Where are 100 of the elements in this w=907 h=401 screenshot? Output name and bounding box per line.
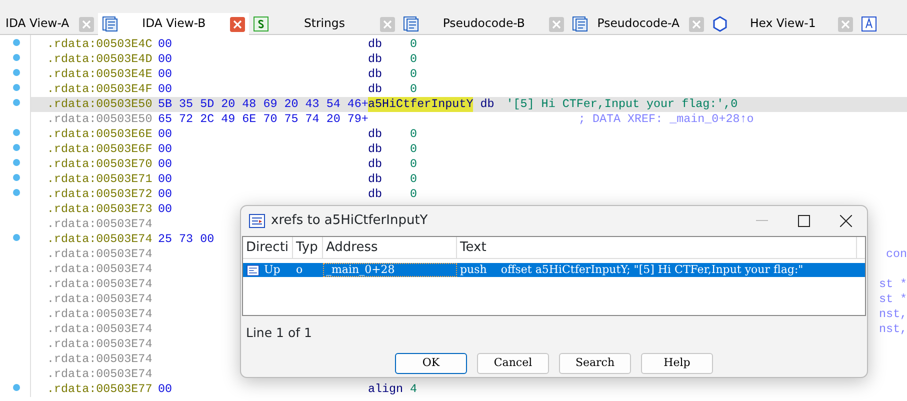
listing-line[interactable]: .rdata:00503E77 00 align 4 [31,382,907,397]
comment: st * [878,292,907,307]
comment: st * [878,277,907,292]
label-name[interactable]: a5HiCtferInputY [368,97,474,112]
tab[interactable]: Strings [249,13,399,35]
close-icon [840,215,852,227]
hex-bytes: 00 [158,187,174,202]
table-cell: _main_0+28 [323,263,457,277]
column-header[interactable]: Typ [293,237,323,258]
document-icon [402,16,419,32]
close-icon[interactable] [78,16,94,32]
status-text: Line 1 of 1 [245,324,313,342]
minimize-icon [756,220,768,222]
hex-bytes: 25 73 00 [158,232,214,247]
document-icon [102,16,118,32]
column-header[interactable]: Text [457,237,857,258]
address: .rdata:00503E4E [47,67,154,82]
close-icon[interactable] [688,16,704,32]
mnemonic: align [368,382,404,397]
comment: ; DATA XREF: _main_0+28↑o [578,112,754,127]
mnemonic: db [368,82,384,97]
address: .rdata:00503E72 [47,187,154,202]
address: .rdata:00503E77 [47,382,154,397]
mnemonic: db [480,97,496,112]
hex-bytes: 00 [158,127,174,142]
address: .rdata:00503E50 [47,97,154,112]
address: .rdata:00503E6E [47,127,154,142]
column-header[interactable]: Directi [243,237,293,258]
listing-line[interactable]: .rdata:00503E4F 00 db 0 [31,82,907,97]
dialog-title: xrefs to a5HiCtferInputY [271,212,428,230]
document-icon [572,16,588,32]
address: .rdata:00503E4D [47,52,154,67]
operand: 0 [410,157,418,172]
address: .rdata:00503E4F [47,82,154,97]
listing-line[interactable]: .rdata:00503E4C 00 db 0 [31,37,907,52]
mnemonic: db [368,37,384,52]
operand: 0 [410,37,418,52]
table-cell-text: push offset a5HiCtferInputY; "[5] Hi CTFer,Input your flag:" [459,263,804,277]
mnemonic: db [368,187,384,202]
hex-bytes: 00 [158,202,172,217]
operand: 0 [410,67,418,82]
tab[interactable]: IDA View-A [0,13,98,35]
letter-icon [861,16,878,32]
address: .rdata:00503E74 [47,367,154,382]
address: .rdata:00503E74 [47,277,154,292]
hex-bytes: 00 [158,382,174,397]
listing-line[interactable]: .rdata:00503E70 00 db 0 [31,157,907,172]
hex-bytes: 00 [158,142,174,157]
listing-line[interactable]: .rdata:00503E71 00 db 0 [31,172,907,187]
address: .rdata:00503E74 [47,337,154,352]
close-icon[interactable] [838,16,854,32]
close-icon[interactable] [549,16,564,32]
operand: 0 [410,172,418,187]
operand: 0 [410,127,418,142]
close-icon[interactable] [380,16,395,32]
operand: 4 [410,382,418,397]
dialog-button[interactable]: OK [395,352,467,374]
address: .rdata:00503E4C [47,37,154,52]
address: .rdata:00503E50 [47,112,154,127]
address: .rdata:00503E70 [47,157,154,172]
table-cell-text: o [295,263,304,277]
xrefs-icon [246,264,260,276]
hex-bytes: 5B 35 5D 20 48 69 20 43 54 46+ [158,97,368,112]
tab[interactable]: IDA View-B [98,13,250,35]
listing-line[interactable]: .rdata:00503E6E 00 db 0 [31,127,907,142]
listing-line[interactable]: .rdata:00503E4D 00 db 0 [31,52,907,67]
mnemonic: db [368,52,384,67]
dialog-button[interactable]: Cancel [477,352,549,374]
hex-bytes: 00 [158,37,174,52]
dialog-button[interactable]: Help [641,352,713,374]
xrefs-icon [249,214,265,228]
comment: nst, [878,307,907,322]
address: .rdata:00503E71 [47,172,154,187]
operand: 0 [410,142,418,157]
tab[interactable]: Pseudocode-B [398,13,568,35]
address: .rdata:00503E74 [47,292,154,307]
maximize-icon [798,215,810,227]
operand: 0 [410,82,418,97]
dialog-button[interactable]: Search [559,352,631,374]
operand: 0 [410,187,418,202]
close-icon[interactable] [230,16,246,32]
address: .rdata:00503E74 [47,232,154,247]
hex-bytes: 00 [158,157,174,172]
listing-line[interactable]: .rdata:00503E50 65 72 2C 49 6E 70 75 74 20 79+ ; DATA XREF: _main_0+28↑o [31,112,907,127]
tab[interactable]: Hex View-1 [708,13,858,35]
address: .rdata:00503E73 [47,202,154,217]
hex-bytes: 00 [158,67,174,82]
hex-bytes: 00 [158,172,174,187]
hexagon-icon [712,16,728,32]
hex-bytes: 00 [158,82,174,97]
xref-row[interactable]: Up o _main_0+28 push offset a5HiCtferInputY; "[5] Hi CTFer,Input your flag:" [243,263,865,277]
listing-line[interactable]: .rdata:00503E6F 00 db 0 [31,142,907,157]
mnemonic: db [368,157,384,172]
tab[interactable]: Pseudocode-A [568,13,708,35]
listing-line[interactable]: .rdata:00503E72 00 db 0 [31,187,907,202]
table-cell: Up [264,263,280,277]
squiggle-icon [253,16,270,32]
address: .rdata:00503E74 [47,307,154,322]
column-header[interactable]: Address [323,237,457,258]
listing-line[interactable]: .rdata:00503E4E 00 db 0 [31,67,907,82]
